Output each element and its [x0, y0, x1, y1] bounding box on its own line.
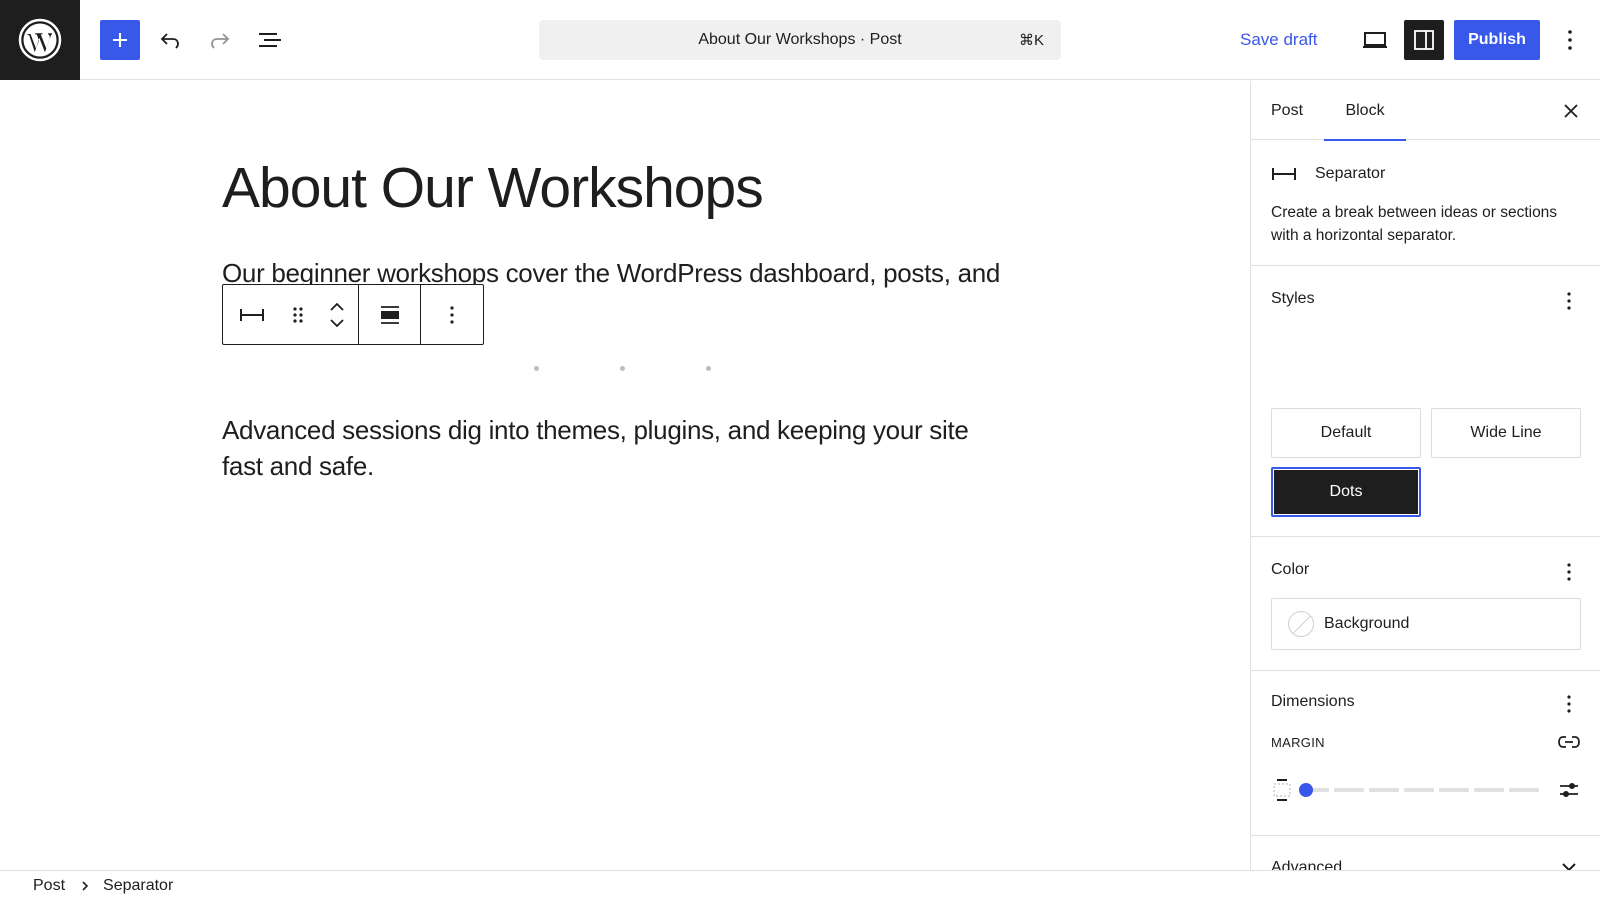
breadcrumb-separator[interactable]: Separator	[103, 877, 173, 895]
block-card-title: Separator	[1315, 165, 1386, 182]
style-option-default[interactable]: Default	[1271, 408, 1421, 458]
unlink-sides-button[interactable]	[1555, 728, 1583, 756]
slider-track	[1299, 788, 1539, 792]
custom-settings-icon	[1560, 783, 1578, 797]
document-command-bar[interactable]: About Our Workshops · Post ⌘K	[539, 20, 1061, 60]
block-card-header: Separator	[1271, 165, 1385, 183]
block-breadcrumb: Post Separator	[0, 870, 1600, 900]
drag-handle-button[interactable]	[281, 285, 317, 344]
align-icon	[380, 305, 399, 324]
slider-thumb[interactable]	[1299, 783, 1313, 797]
background-color-button[interactable]: Background	[1271, 598, 1581, 650]
plus-icon	[113, 33, 127, 47]
margin-label: MARGIN	[1271, 735, 1325, 750]
chevron-right-icon	[81, 880, 89, 892]
block-toolbar-group-options	[421, 285, 483, 344]
save-draft-button[interactable]: Save draft	[1240, 20, 1318, 60]
more-vertical-icon	[1567, 695, 1571, 713]
dimensions-heading: Dimensions	[1271, 693, 1355, 710]
separator-dot	[533, 366, 539, 371]
more-vertical-icon	[449, 305, 454, 324]
styles-panel: Styles Default Wide Line Dots	[1251, 267, 1600, 537]
desktop-view-icon	[1363, 32, 1387, 48]
command-shortcut: ⌘K	[1018, 32, 1044, 49]
color-swatch	[1288, 611, 1314, 637]
more-vertical-icon	[1568, 30, 1572, 50]
post-title[interactable]: About Our Workshops	[222, 155, 764, 221]
block-type-switcher-button[interactable]	[223, 285, 281, 344]
chevron-up-icon	[330, 302, 344, 311]
wordpress-logo-button[interactable]	[0, 0, 80, 80]
undo-button[interactable]	[150, 20, 190, 60]
options-button[interactable]	[1552, 20, 1588, 60]
block-toolbar-group-align	[359, 285, 421, 344]
drag-handle-icon	[293, 306, 304, 323]
block-toolbar	[222, 284, 484, 345]
separator-dot	[705, 366, 711, 371]
sidebar-tabs: Post Block	[1251, 81, 1600, 141]
paragraph-block[interactable]: Advanced sessions dig into themes, plugi…	[222, 412, 1002, 484]
tab-block[interactable]: Block	[1324, 81, 1406, 141]
dimensions-options-button[interactable]	[1557, 692, 1581, 716]
block-mover	[316, 285, 358, 344]
list-view-icon	[259, 33, 281, 47]
editor-canvas: About Our Workshops Our beginner worksho…	[0, 81, 1250, 870]
style-option-dots[interactable]: Dots	[1271, 467, 1421, 517]
link-icon	[1558, 736, 1580, 748]
close-sidebar-button[interactable]	[1553, 91, 1589, 131]
block-card-description: Create a break between ideas or sections…	[1271, 204, 1558, 244]
separator-dot	[619, 366, 625, 371]
separator-icon	[1272, 168, 1296, 180]
style-option-wide-line[interactable]: Wide Line	[1431, 408, 1581, 458]
settings-button[interactable]	[1404, 20, 1444, 60]
block-toolbar-group-switcher	[223, 285, 359, 344]
styles-options-button[interactable]	[1557, 289, 1581, 313]
wordpress-logo-icon	[18, 18, 62, 62]
settings-sidebar: Post Block Separator Create a break betw…	[1250, 81, 1600, 876]
move-down-button[interactable]	[329, 318, 345, 328]
more-vertical-icon	[1567, 563, 1571, 581]
redo-icon	[211, 33, 230, 49]
color-heading: Color	[1271, 561, 1310, 578]
block-card: Separator Create a break between ideas o…	[1251, 141, 1600, 266]
undo-icon	[160, 33, 179, 49]
tab-post[interactable]: Post	[1271, 81, 1303, 140]
block-options-button[interactable]	[421, 285, 482, 344]
preview-view-button[interactable]	[1355, 20, 1395, 60]
chevron-down-icon	[330, 318, 344, 327]
redo-button[interactable]	[200, 20, 240, 60]
move-up-button[interactable]	[329, 302, 345, 312]
color-options-button[interactable]	[1557, 560, 1581, 584]
close-icon	[1564, 104, 1578, 118]
background-label: Background	[1324, 615, 1410, 632]
color-panel: Color Background	[1251, 538, 1600, 671]
sides-icon	[1273, 779, 1291, 801]
margin-slider[interactable]	[1299, 783, 1539, 797]
separator-block[interactable]	[222, 366, 1022, 374]
editor-header: About Our Workshops · Post ⌘K Save draft…	[0, 0, 1600, 80]
custom-value-button[interactable]	[1555, 776, 1583, 804]
settings-panel-icon	[1414, 30, 1434, 50]
document-overview-button[interactable]	[250, 20, 290, 60]
align-button[interactable]	[359, 285, 420, 344]
document-title: About Our Workshops · Post	[698, 31, 902, 48]
dimensions-panel: Dimensions MARGIN	[1251, 672, 1600, 836]
breadcrumb-post[interactable]: Post	[33, 877, 65, 895]
more-vertical-icon	[1567, 292, 1571, 310]
publish-button[interactable]: Publish	[1454, 20, 1540, 60]
separator-icon	[239, 308, 264, 321]
add-block-button[interactable]	[100, 20, 140, 60]
styles-heading: Styles	[1271, 290, 1315, 307]
